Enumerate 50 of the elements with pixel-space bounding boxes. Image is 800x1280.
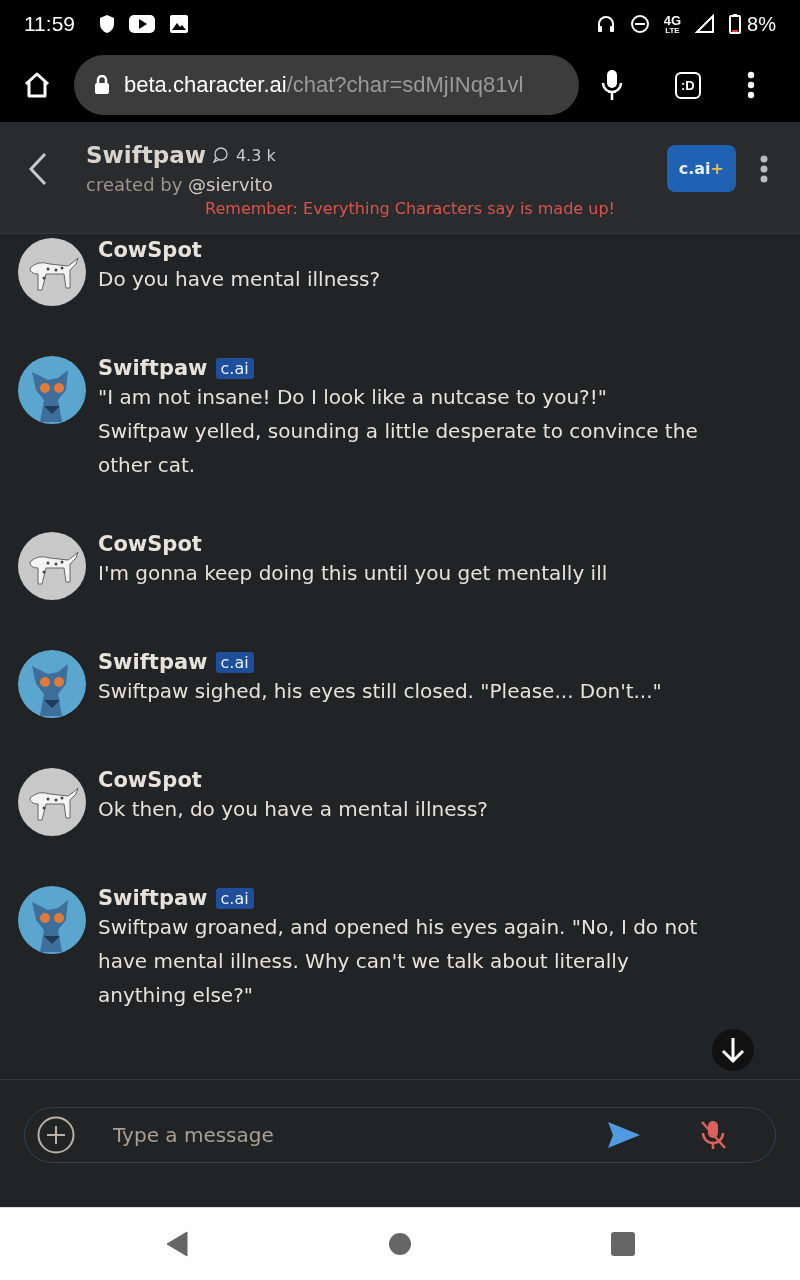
microphone-icon[interactable] bbox=[601, 69, 623, 101]
chat-bubbles-icon bbox=[211, 147, 230, 163]
message-text: I'm gonna keep doing this until you get mentally ill bbox=[98, 560, 608, 587]
signal-icon bbox=[695, 14, 716, 34]
lock-icon bbox=[94, 75, 110, 95]
network-type: 4G LTE bbox=[663, 13, 682, 35]
send-icon[interactable] bbox=[607, 1121, 641, 1149]
subscription-button[interactable]: c.ai+ bbox=[666, 145, 736, 192]
sender-name: Swiftpaw bbox=[98, 650, 208, 674]
battery-icon bbox=[729, 14, 742, 34]
sender-name: Swiftpaw bbox=[98, 356, 208, 380]
ai-badge: c.ai bbox=[215, 357, 254, 379]
sender-name: CowSpot bbox=[98, 768, 202, 792]
ai-badge: c.ai bbox=[215, 651, 254, 673]
image-icon bbox=[169, 14, 189, 34]
home-icon[interactable] bbox=[22, 70, 52, 100]
scroll-down-button[interactable] bbox=[712, 1029, 754, 1071]
ai-badge: c.ai bbox=[215, 887, 254, 909]
disclaimer-text: Remember: Everything Characters say is made up! bbox=[204, 199, 616, 218]
message-text: Ok then, do you have a mental illness? bbox=[98, 796, 488, 823]
message-input[interactable]: Type a message bbox=[111, 1122, 583, 1148]
shield-icon bbox=[99, 14, 115, 34]
avatar bbox=[18, 238, 86, 306]
address-bar[interactable]: beta.character.ai/chat?char=sdMjINq81vl bbox=[74, 55, 579, 115]
avatar bbox=[18, 768, 86, 836]
message-text: Swiftpaw groaned, and opened his eyes again. "No, I do not have mental illness. Why can't we talk about literally anything else?" bbox=[98, 914, 698, 1009]
sender-name: CowSpot bbox=[98, 532, 202, 556]
muted-microphone-icon[interactable] bbox=[699, 1120, 727, 1150]
do-not-disturb-icon bbox=[629, 14, 650, 34]
battery-percent: 8% bbox=[747, 12, 776, 36]
message-text: "I am not insane! Do I look like a nutcase to you?!" Swiftpaw yelled, sounding a little desperate to convince the other cat. bbox=[98, 384, 698, 479]
creator-line: created by @siervito bbox=[86, 174, 274, 195]
add-icon[interactable] bbox=[37, 1116, 75, 1154]
character-name: Swiftpaw bbox=[86, 142, 206, 168]
headphones-icon bbox=[595, 14, 616, 34]
message-text: Swiftpaw sighed, his eyes still closed. "Please... Don't..." bbox=[98, 678, 662, 705]
sender-name: CowSpot bbox=[98, 238, 202, 262]
more-icon[interactable] bbox=[746, 71, 755, 99]
back-icon[interactable] bbox=[165, 1231, 189, 1257]
avatar bbox=[18, 356, 86, 424]
avatar bbox=[18, 650, 86, 718]
tab-count-button[interactable]: :D bbox=[675, 71, 701, 99]
clock-time: 11:59 bbox=[24, 12, 75, 36]
video-icon bbox=[129, 14, 155, 34]
avatar bbox=[18, 886, 86, 954]
chat-count: 4.3 k bbox=[235, 145, 276, 165]
avatar bbox=[18, 532, 86, 600]
message-text: Do you have mental illness? bbox=[98, 266, 381, 293]
sender-name: Swiftpaw bbox=[98, 886, 208, 910]
more-icon[interactable] bbox=[760, 154, 768, 183]
